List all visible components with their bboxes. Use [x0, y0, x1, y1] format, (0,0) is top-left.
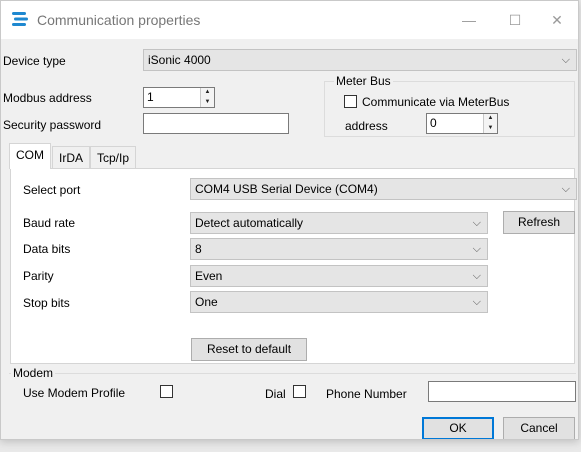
meterbus-address-value: 0 [430, 116, 437, 130]
modbus-address-spinner[interactable]: 1 ▲ ▼ [143, 87, 215, 108]
ok-button[interactable]: OK [422, 417, 494, 439]
chevron-down-icon: ⌵ [561, 54, 570, 66]
spin-down-icon[interactable]: ▼ [484, 124, 497, 134]
parity-value: Even [195, 269, 223, 283]
tab-irda[interactable]: IrDA [52, 146, 90, 169]
tab-tcpip[interactable]: Tcp/Ip [90, 146, 137, 169]
stop-bits-label: Stop bits [23, 296, 70, 310]
modbus-address-label: Modbus address [3, 91, 92, 105]
use-modem-profile-label: Use Modem Profile [23, 386, 126, 400]
chevron-down-icon: ⌵ [472, 296, 481, 308]
close-button[interactable]: ✕ [534, 1, 578, 39]
modem-legend: Modem [11, 366, 56, 380]
close-icon: ✕ [551, 11, 563, 28]
device-type-label: Device type [3, 54, 66, 68]
minimize-button[interactable]: — [446, 1, 492, 39]
meterbus-address-spinner[interactable]: 0 ▲ ▼ [426, 113, 498, 134]
dial-checkbox[interactable] [293, 385, 306, 398]
security-password-label: Security password [3, 118, 102, 132]
meterbus-legend: Meter Bus [334, 74, 393, 88]
refresh-button[interactable]: Refresh [503, 211, 575, 234]
meterbus-address-label: address [345, 119, 388, 133]
baud-rate-label: Baud rate [23, 216, 76, 230]
dial-label: Dial [265, 387, 286, 401]
minimize-icon: — [462, 12, 476, 28]
maximize-icon: ☐ [508, 11, 522, 28]
baud-rate-value: Detect automatically [195, 216, 304, 230]
data-bits-dropdown[interactable]: 8 ⌵ [190, 238, 488, 260]
security-password-field[interactable] [143, 113, 289, 134]
select-port-value: COM4 USB Serial Device (COM4) [195, 182, 378, 196]
device-type-value: iSonic 4000 [148, 53, 211, 67]
spin-up-icon[interactable]: ▲ [201, 88, 214, 98]
phone-number-label: Phone Number [326, 387, 407, 401]
meterbus-spin-buttons[interactable]: ▲ ▼ [483, 114, 497, 133]
chevron-down-icon: ⌵ [561, 183, 570, 195]
device-type-select[interactable]: iSonic 4000 ⌵ [143, 49, 577, 71]
app-logo-icon [12, 12, 28, 26]
parity-dropdown[interactable]: Even ⌵ [190, 265, 488, 287]
modem-group-divider [9, 373, 576, 374]
communication-properties-dialog: Communication properties — ☐ ✕ Device ty… [0, 0, 579, 440]
reset-to-default-button[interactable]: Reset to default [191, 338, 307, 361]
window-title: Communication properties [37, 12, 201, 28]
use-modem-profile-checkbox[interactable] [160, 385, 173, 398]
stop-bits-dropdown[interactable]: One ⌵ [190, 291, 488, 313]
chevron-down-icon: ⌵ [472, 217, 481, 229]
baud-rate-dropdown[interactable]: Detect automatically ⌵ [190, 212, 488, 234]
phone-number-field[interactable] [428, 381, 576, 402]
chevron-down-icon: ⌵ [472, 270, 481, 282]
chevron-down-icon: ⌵ [472, 243, 481, 255]
maximize-button[interactable]: ☐ [492, 1, 538, 39]
modbus-address-value: 1 [147, 90, 154, 104]
stop-bits-value: One [195, 295, 218, 309]
meterbus-checkbox-label: Communicate via MeterBus [362, 95, 510, 109]
spin-up-icon[interactable]: ▲ [484, 114, 497, 124]
data-bits-value: 8 [195, 242, 202, 256]
title-bar[interactable]: Communication properties — ☐ ✕ [1, 1, 578, 39]
cancel-button[interactable]: Cancel [503, 417, 575, 439]
spin-down-icon[interactable]: ▼ [201, 98, 214, 108]
parity-label: Parity [23, 269, 54, 283]
select-port-label: Select port [23, 183, 81, 197]
meterbus-checkbox[interactable] [344, 95, 357, 108]
modbus-spin-buttons[interactable]: ▲ ▼ [200, 88, 214, 107]
tab-com[interactable]: COM [9, 143, 51, 169]
select-port-dropdown[interactable]: COM4 USB Serial Device (COM4) ⌵ [190, 178, 577, 200]
data-bits-label: Data bits [23, 242, 71, 256]
